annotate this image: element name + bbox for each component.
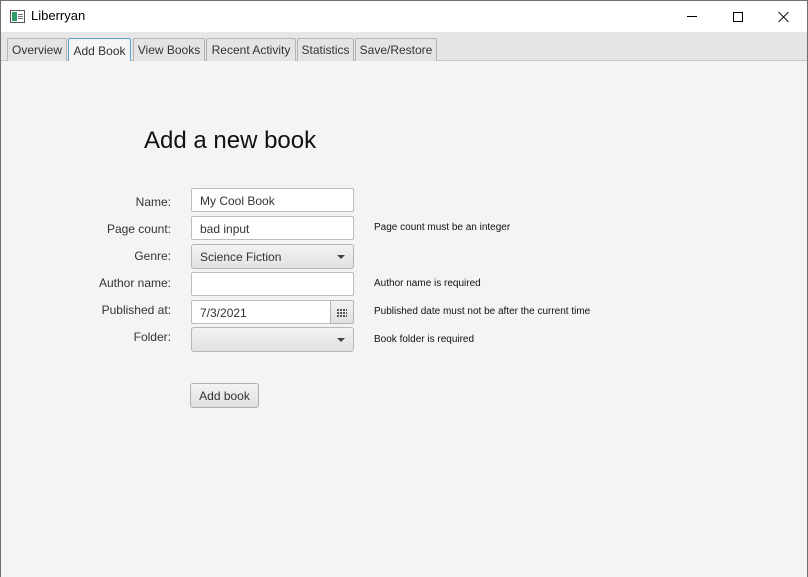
window-title: Liberryan bbox=[31, 8, 86, 23]
page-count-error: Page count must be an integer bbox=[374, 222, 511, 233]
tab-overview[interactable]: Overview bbox=[7, 38, 67, 61]
published-error: Published date must not be after the cur… bbox=[374, 306, 591, 317]
genre-select[interactable]: Science Fiction bbox=[191, 244, 354, 269]
page-title: Add a new book bbox=[144, 127, 317, 154]
tab-bar: Overview Add Book View Books Recent Acti… bbox=[1, 32, 807, 62]
chevron-down-icon bbox=[337, 255, 345, 259]
calendar-icon bbox=[337, 307, 347, 317]
name-label: Name: bbox=[135, 195, 171, 209]
folder-label: Folder: bbox=[133, 330, 171, 344]
published-label: Published at: bbox=[101, 303, 171, 317]
folder-error: Book folder is required bbox=[374, 334, 475, 345]
app-icon bbox=[10, 10, 25, 23]
minimize-icon bbox=[687, 16, 697, 17]
author-field[interactable] bbox=[191, 272, 354, 296]
folder-select[interactable] bbox=[191, 327, 354, 352]
tab-add-book[interactable]: Add Book bbox=[68, 38, 131, 62]
maximize-icon bbox=[733, 11, 743, 22]
tab-statistics[interactable]: Statistics bbox=[297, 38, 354, 61]
date-picker-button[interactable] bbox=[330, 300, 354, 324]
app-window: Liberryan Overview Add Book View Books R… bbox=[0, 0, 808, 577]
author-error: Author name is required bbox=[374, 278, 481, 289]
tab-view-books[interactable]: View Books bbox=[133, 38, 205, 61]
add-book-panel: Add a new book Name: My Cool Book Page c… bbox=[1, 61, 807, 577]
title-bar: Liberryan bbox=[1, 1, 807, 32]
page-count-field[interactable]: bad input bbox=[191, 216, 354, 240]
maximize-button[interactable] bbox=[715, 1, 761, 32]
tab-save-restore[interactable]: Save/Restore bbox=[355, 38, 437, 61]
add-book-button[interactable]: Add book bbox=[190, 383, 259, 408]
page-count-label: Page count: bbox=[106, 222, 171, 236]
chevron-down-icon bbox=[337, 338, 345, 342]
genre-value: Science Fiction bbox=[200, 250, 282, 264]
tab-recent-activity[interactable]: Recent Activity bbox=[206, 38, 296, 61]
minimize-button[interactable] bbox=[669, 1, 715, 32]
published-date-field[interactable]: 7/3/2021 bbox=[191, 300, 330, 324]
author-label: Author name: bbox=[98, 276, 171, 290]
close-icon bbox=[778, 11, 790, 23]
genre-label: Genre: bbox=[134, 249, 171, 263]
close-button[interactable] bbox=[761, 1, 807, 32]
name-field[interactable]: My Cool Book bbox=[191, 188, 354, 212]
